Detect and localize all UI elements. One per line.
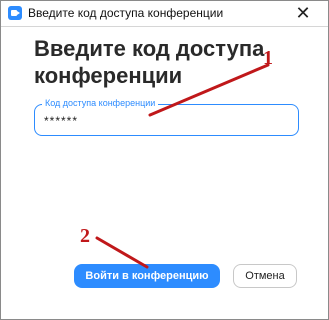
join-meeting-button[interactable]: Войти в конференцию	[74, 264, 220, 288]
passcode-value[interactable]: ******	[44, 114, 78, 128]
cancel-button[interactable]: Отмена	[233, 264, 297, 288]
window-title: Введите код доступа конференции	[28, 6, 224, 20]
close-icon[interactable]: ✕	[280, 1, 326, 26]
dialog-heading: Введите код доступа конференции	[34, 36, 265, 88]
annotation-step-1: 1	[263, 47, 273, 69]
passcode-dialog: Введите код доступа конференции ✕ Введит…	[0, 0, 329, 320]
passcode-input[interactable]: Код доступа конференции ******	[34, 98, 299, 136]
zoom-camera-icon	[8, 6, 22, 20]
passcode-label: Код доступа конференции	[42, 98, 159, 108]
annotation-step-2: 2	[80, 225, 90, 247]
title-bar: Введите код доступа конференции ✕	[1, 1, 328, 27]
